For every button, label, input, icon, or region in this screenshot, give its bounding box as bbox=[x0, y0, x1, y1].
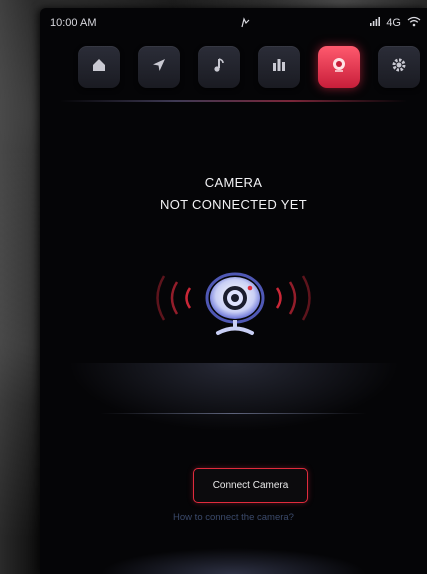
camera-icon bbox=[330, 56, 348, 79]
home-icon bbox=[91, 57, 107, 78]
wifi-icon bbox=[407, 16, 421, 30]
nav-divider bbox=[60, 100, 407, 102]
cursor-tap-icon bbox=[240, 16, 250, 31]
title-line-1: CAMERA bbox=[204, 175, 263, 190]
status-indicators: 4G bbox=[370, 16, 421, 30]
page-title: CAMERA NOT CONNECTED YET bbox=[40, 172, 427, 216]
status-time: 10:00 AM bbox=[50, 17, 97, 29]
equalizer-icon bbox=[271, 57, 287, 78]
title-line-2: NOT CONNECTED YET bbox=[160, 197, 307, 212]
top-nav bbox=[40, 40, 427, 106]
status-bar: 10:00 AM 4G bbox=[40, 8, 427, 36]
network-type: 4G bbox=[386, 17, 401, 29]
stage-platform bbox=[40, 363, 427, 443]
webcam-icon bbox=[200, 266, 270, 342]
device-screen: 10:00 AM 4G CAMERA NOT CONNECTED YET Con… bbox=[40, 8, 427, 574]
music-note-icon bbox=[211, 57, 227, 78]
nav-home-button[interactable] bbox=[78, 46, 120, 88]
nav-navigation-button[interactable] bbox=[138, 46, 180, 88]
nav-music-button[interactable] bbox=[198, 46, 240, 88]
signal-icon bbox=[370, 17, 381, 29]
navigation-arrow-icon bbox=[151, 57, 167, 78]
nav-settings-button[interactable] bbox=[378, 46, 420, 88]
connect-camera-button[interactable]: Connect Camera bbox=[193, 468, 308, 503]
bottom-glow bbox=[100, 548, 367, 574]
camera-illustration bbox=[40, 258, 427, 368]
gear-icon bbox=[391, 57, 407, 78]
stage-line bbox=[100, 413, 367, 414]
how-to-connect-link[interactable]: How to connect the camera? bbox=[40, 512, 427, 523]
nav-camera-button[interactable] bbox=[318, 46, 360, 88]
nav-equalizer-button[interactable] bbox=[258, 46, 300, 88]
